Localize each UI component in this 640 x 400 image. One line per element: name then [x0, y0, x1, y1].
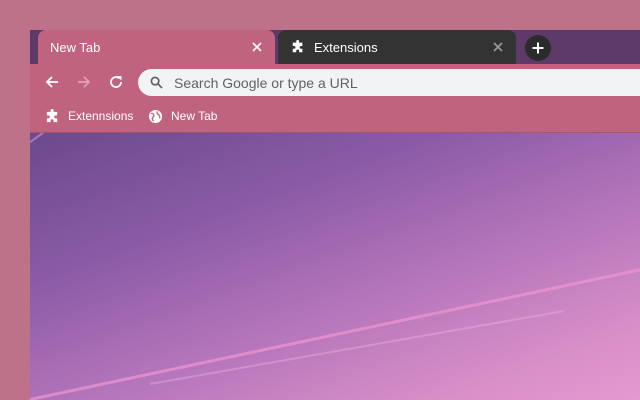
- tab-title: Extensions: [314, 39, 378, 55]
- arrow-right-icon: [78, 76, 91, 88]
- bookmark-label: New Tab: [171, 109, 218, 123]
- arrow-left-icon: [45, 76, 58, 88]
- new-tab-button[interactable]: [525, 35, 551, 61]
- globe-icon: [147, 108, 163, 124]
- close-icon[interactable]: [247, 37, 267, 57]
- omnibox-input[interactable]: [174, 74, 640, 91]
- puzzle-icon: [44, 108, 60, 124]
- bookmark-label: Extennsions: [68, 109, 134, 123]
- tab-title: New Tab: [50, 39, 101, 55]
- tab-new-tab[interactable]: New Tab: [38, 30, 275, 64]
- omnibox[interactable]: [138, 69, 640, 96]
- toolbar: [30, 64, 640, 100]
- reload-button[interactable]: [102, 68, 130, 96]
- tab-strip: New Tab Extensions: [30, 30, 640, 64]
- background-streak: [30, 264, 640, 400]
- search-icon: [150, 76, 164, 90]
- bookmark-extensions[interactable]: Extennsions: [44, 106, 133, 126]
- bookmarks-bar: Extennsions New Tab: [30, 100, 640, 133]
- background-streak: [149, 310, 564, 385]
- bookmark-new-tab[interactable]: New Tab: [147, 106, 217, 126]
- plus-icon: [532, 42, 544, 54]
- puzzle-icon: [290, 39, 306, 55]
- reload-icon: [110, 76, 122, 88]
- close-icon[interactable]: [488, 37, 508, 57]
- page-content-background: [30, 133, 640, 400]
- back-button[interactable]: [38, 68, 66, 96]
- forward-button[interactable]: [70, 68, 98, 96]
- browser-window: New Tab Extensions Search Google or type…: [30, 30, 640, 400]
- background-streak: [30, 133, 62, 150]
- tab-extensions[interactable]: Extensions: [278, 30, 516, 64]
